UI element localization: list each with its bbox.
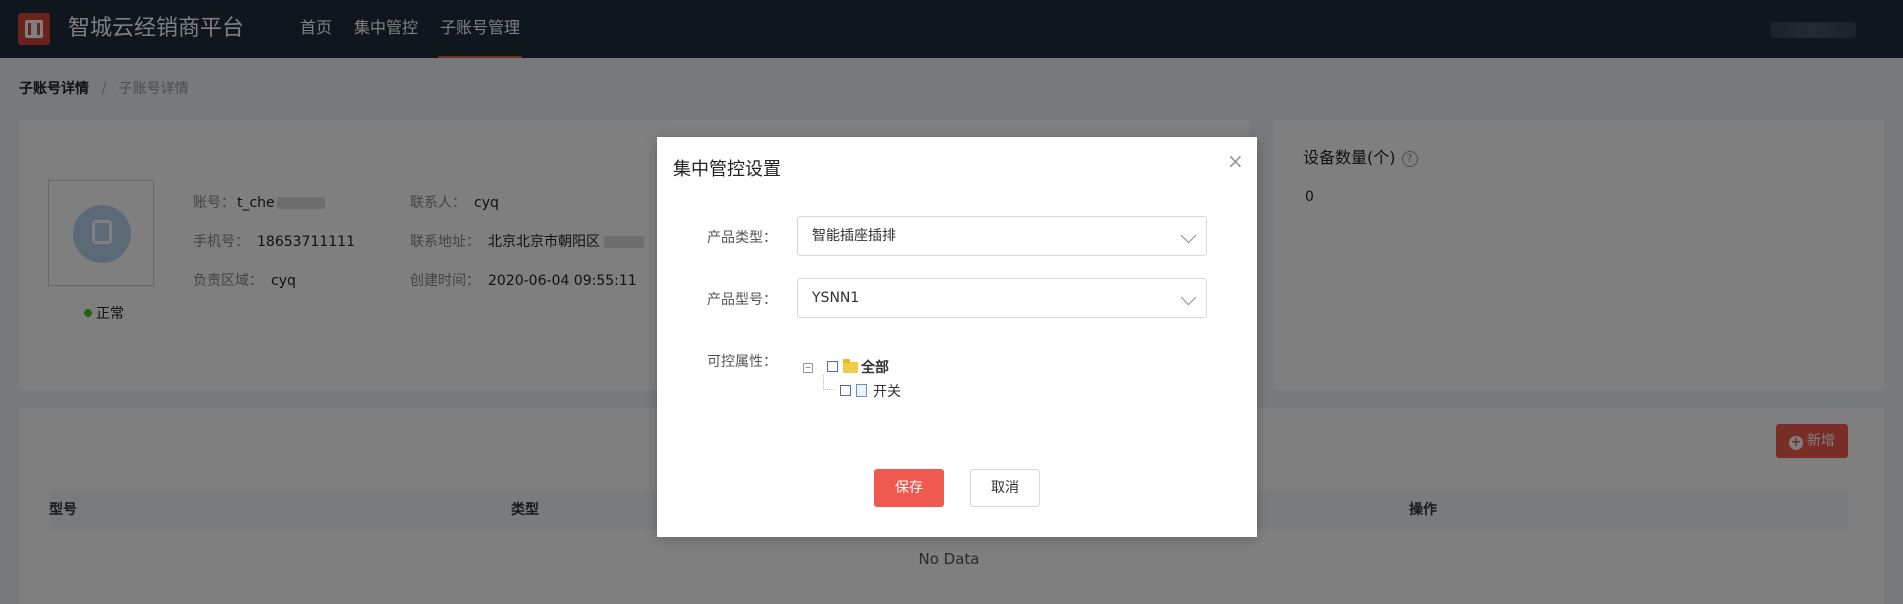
checkbox-all[interactable] [827,361,838,372]
tree-node-switch[interactable]: 开关 [873,381,901,401]
close-icon[interactable]: × [1227,151,1244,171]
file-icon [856,384,867,397]
chevron-down-icon [1180,289,1197,306]
central-control-settings-modal: 集中管控设置 × 产品类型： 智能插座插排 产品型号： YSNN1 可控属性： … [657,137,1257,537]
tree-connector [823,375,834,390]
collapse-icon[interactable]: − [803,363,813,373]
tree-node-all[interactable]: 全部 [861,357,889,377]
chevron-down-icon [1180,227,1197,244]
product-model-select[interactable]: YSNN1 [797,278,1207,318]
product-model-label: 产品型号： [707,292,777,308]
cancel-button[interactable]: 取消 [970,469,1040,507]
product-type-label: 产品类型： [707,230,777,246]
product-model-value: YSNN1 [812,290,860,306]
checkbox-switch[interactable] [840,385,851,396]
controllable-attributes-label: 可控属性： [707,354,777,370]
modal-title: 集中管控设置 [673,159,781,180]
folder-icon [843,359,858,373]
save-button[interactable]: 保存 [874,469,944,507]
product-type-select[interactable]: 智能插座插排 [797,216,1207,256]
product-type-value: 智能插座插排 [812,228,896,244]
